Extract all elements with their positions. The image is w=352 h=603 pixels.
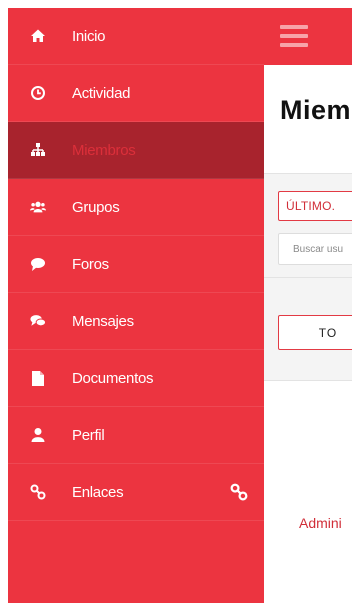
- sitemap-icon: [30, 142, 46, 158]
- clock-icon: [30, 85, 46, 101]
- sidebar-nav: Inicio Actividad Miembros Grupos Foros M…: [8, 8, 264, 603]
- top-header: [264, 8, 352, 65]
- group-icon: [30, 199, 46, 215]
- chat-bubble-icon: [30, 256, 46, 272]
- sidebar-item-enlaces[interactable]: Enlaces: [8, 464, 264, 521]
- sidebar-item-label: Actividad: [72, 84, 131, 102]
- sidebar-item-label: Inicio: [72, 27, 106, 45]
- sidebar-item-miembros[interactable]: Miembros: [8, 122, 264, 179]
- sidebar-item-grupos[interactable]: Grupos: [8, 179, 264, 236]
- sidebar-item-label: Mensajes: [72, 312, 134, 330]
- filter-all-button[interactable]: TO: [278, 315, 352, 350]
- sidebar-item-label: Miembros: [72, 141, 136, 159]
- sidebar-item-label: Perfil: [72, 426, 105, 444]
- page-title: Miem: [280, 95, 352, 125]
- link-icon[interactable]: [230, 483, 248, 501]
- sidebar-item-actividad[interactable]: Actividad: [8, 65, 264, 122]
- sidebar-item-documentos[interactable]: Documentos: [8, 350, 264, 407]
- members-filter-panel: ÚLTIMO. TO: [264, 173, 352, 381]
- hamburger-menu-icon[interactable]: [280, 25, 308, 47]
- document-icon: [30, 370, 46, 386]
- search-input[interactable]: [278, 233, 352, 265]
- sidebar-item-label: Foros: [72, 255, 109, 273]
- comments-icon: [30, 313, 46, 329]
- sidebar-item-label: Documentos: [72, 369, 154, 387]
- sidebar-item-foros[interactable]: Foros: [8, 236, 264, 293]
- sidebar-item-inicio[interactable]: Inicio: [8, 8, 264, 65]
- link-icon: [30, 484, 46, 500]
- home-icon: [30, 28, 46, 44]
- sidebar-item-mensajes[interactable]: Mensajes: [8, 293, 264, 350]
- main-content: Miem ÚLTIMO. TO Admini: [264, 65, 352, 603]
- tab-latest[interactable]: ÚLTIMO.: [278, 191, 352, 221]
- divider: [264, 277, 352, 278]
- admin-link[interactable]: Admini: [299, 515, 342, 531]
- sidebar-item-label: Grupos: [72, 198, 120, 216]
- user-icon: [30, 427, 46, 443]
- sidebar-item-label: Enlaces: [72, 483, 124, 501]
- sidebar-item-perfil[interactable]: Perfil: [8, 407, 264, 464]
